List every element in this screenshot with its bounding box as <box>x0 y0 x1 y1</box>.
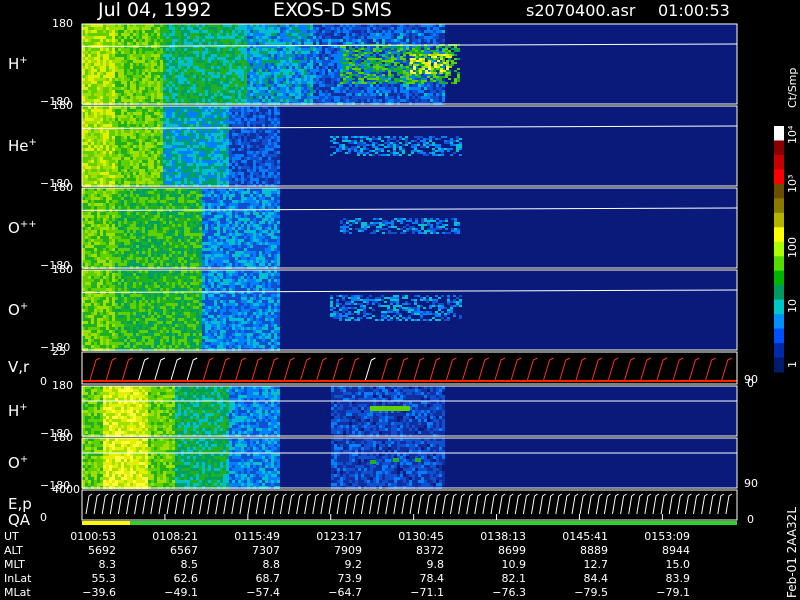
colorbar-unit: Ct/Smp <box>786 67 799 108</box>
table-cell: −39.6 <box>82 586 116 599</box>
table-cell: 55.3 <box>91 572 117 585</box>
table-cell: 10.9 <box>501 558 527 571</box>
table-row-label: InLat <box>4 572 32 585</box>
panel-label-v-r: V,r <box>8 358 30 376</box>
right-bottom-e-p-qa: 0 <box>747 513 754 526</box>
y-max-e-p-qa: 4000 <box>52 483 80 496</box>
table-cell: 8699 <box>498 544 526 557</box>
colorbar-cell <box>774 270 784 286</box>
panel-label2-e-p-qa: QA <box>8 511 31 529</box>
table-cell: 0130:45 <box>398 530 444 543</box>
colorbar-cell <box>774 154 784 170</box>
panel-label-o-plus-pitch: O+ <box>8 301 29 319</box>
colorbar-cell <box>774 314 784 330</box>
colorbar-cell <box>774 241 784 257</box>
table-cell: 0123:17 <box>316 530 362 543</box>
colorbar-tick: 10 <box>786 299 799 313</box>
table-cell: 0153:09 <box>644 530 690 543</box>
panel-label-he-plus-pitch: He+ <box>8 137 37 155</box>
panel-label-h-plus-energy: H+ <box>8 402 28 420</box>
table-cell: 8.5 <box>180 558 199 571</box>
panel-label-e-p-qa: E,p <box>8 495 32 513</box>
table-cell: 62.6 <box>173 572 199 585</box>
table-cell: 68.7 <box>255 572 281 585</box>
table-cell: −49.1 <box>164 586 198 599</box>
table-cell: −64.7 <box>328 586 362 599</box>
table-row-label: UT <box>4 530 19 543</box>
table-cell: 0138:13 <box>480 530 526 543</box>
table-cell: −76.3 <box>492 586 526 599</box>
y-min-v-r: 0 <box>40 375 47 388</box>
table-cell: 7307 <box>252 544 280 557</box>
colorbar-cell <box>774 198 784 214</box>
panel-label-o-plus-energy: O+ <box>8 454 29 472</box>
y-max-h-plus-pitch: 180 <box>52 17 73 30</box>
colorbar-tick: 1 <box>786 361 799 368</box>
y-max-he-plus-pitch: 180 <box>52 99 73 112</box>
table-cell: 82.1 <box>501 572 527 585</box>
table-cell: 0108:21 <box>152 530 198 543</box>
table-cell: −57.4 <box>246 586 280 599</box>
table-cell: 7909 <box>334 544 362 557</box>
colorbar-cell <box>774 183 784 199</box>
table-row-label: MLat <box>4 586 31 599</box>
table-cell: 0115:49 <box>234 530 280 543</box>
y-max-o-plus-pitch: 180 <box>52 263 73 276</box>
table-cell: 8889 <box>580 544 608 557</box>
table-cell: 8944 <box>662 544 690 557</box>
colorbar-cell <box>774 285 784 301</box>
table-cell: 15.0 <box>665 558 691 571</box>
colorbar-cell <box>774 299 784 315</box>
colorbar-tick: 10⁴ <box>786 125 799 144</box>
table-cell: 5692 <box>88 544 116 557</box>
y-max-h-plus-energy: 180 <box>52 379 73 392</box>
table-cell: 84.4 <box>583 572 609 585</box>
colorbar-cell <box>774 126 784 141</box>
table-cell: −79.1 <box>656 586 690 599</box>
colorbar-cell <box>774 212 784 228</box>
table-cell: 8.3 <box>98 558 117 571</box>
table-cell: 8372 <box>416 544 444 557</box>
table-cell: 12.7 <box>583 558 609 571</box>
y-max-o-plus-plus-pitch: 180 <box>52 181 73 194</box>
side-label: Feb-01 2AA32L <box>785 506 799 598</box>
colorbar-tick: 10³ <box>786 174 799 193</box>
table-cell: 73.9 <box>337 572 363 585</box>
table-cell: 78.4 <box>419 572 445 585</box>
table-cell: −71.1 <box>410 586 444 599</box>
colorbar-cell <box>774 140 784 156</box>
table-cell: 83.9 <box>665 572 691 585</box>
colorbar-cell <box>774 357 784 373</box>
panel-v-r <box>82 352 737 384</box>
panel-label-o-plus-plus-pitch: O++ <box>8 219 37 237</box>
table-cell: 9.2 <box>344 558 363 571</box>
colorbar-cell <box>774 343 784 359</box>
right-top-o-plus-energy: 90 <box>744 477 758 490</box>
table-cell: 6567 <box>170 544 198 557</box>
spectrogram-plot <box>81 23 784 525</box>
table-row-label: ALT <box>4 544 23 557</box>
table-row-label: MLT <box>4 558 25 571</box>
table-cell: 0100:53 <box>70 530 116 543</box>
colorbar-cell <box>774 256 784 272</box>
colorbar-cell <box>774 328 784 344</box>
table-cell: 9.8 <box>426 558 445 571</box>
table-cell: 0145:41 <box>562 530 608 543</box>
table-cell: 8.8 <box>262 558 281 571</box>
panel-label-h-plus-pitch: H+ <box>8 55 28 73</box>
colorbar-cell <box>774 227 784 243</box>
y-max-v-r: 25 <box>52 345 66 358</box>
table-cell: −79.5 <box>574 586 608 599</box>
right-bottom-v-r: 0 <box>747 377 754 390</box>
colorbar-cell <box>774 169 784 185</box>
colorbar-tick: 100 <box>786 237 799 258</box>
y-max-o-plus-energy: 180 <box>52 431 73 444</box>
y-min-e-p-qa: 0 <box>40 511 47 524</box>
qa-bar-green <box>130 521 737 525</box>
qa-bar-yellow <box>82 521 130 525</box>
